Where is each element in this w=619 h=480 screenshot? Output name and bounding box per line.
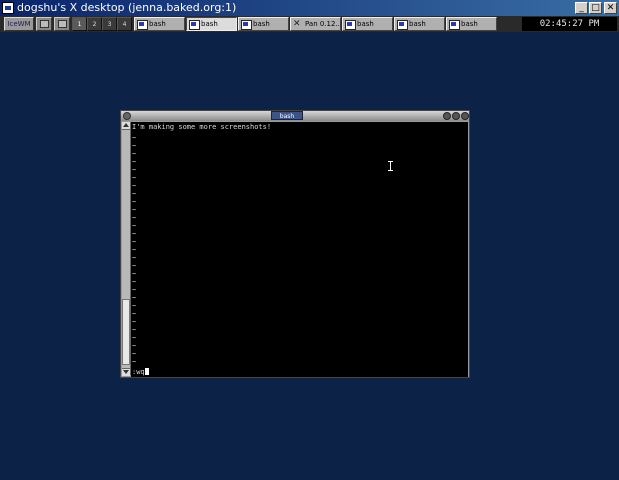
empty-line-marker: ~ [132,142,137,150]
close-button[interactable]: ✕ [604,2,617,14]
terminal-icon [137,20,148,30]
text-cursor [144,368,149,375]
task-label: bash [461,20,478,28]
terminal-screen[interactable]: I'm making some more screenshots! ~ ~ ~ ~ ~ ~… [131,122,468,377]
window-menu-icon[interactable] [123,112,131,120]
empty-line-marker: ~ [132,150,137,158]
terminal-icon [189,20,200,30]
task-button-pan[interactable]: ✕ Pan 0.12... [290,17,341,31]
empty-line-marker: ~ [132,334,137,342]
terminal-icon [397,20,408,30]
empty-line-marker: ~ [132,166,137,174]
empty-line-marker: ~ [132,134,137,142]
task-label: bash [149,20,166,28]
icewm-start-button[interactable]: IceWM [4,17,34,31]
empty-line-marker: ~ [132,286,137,294]
empty-line-marker: ~ [132,254,137,262]
empty-line-marker: ~ [132,302,137,310]
task-button-bash-active[interactable]: bash [186,17,237,31]
window-list-icon[interactable] [36,17,52,31]
workspace-button-1[interactable]: 1 [72,17,87,31]
vim-command-line[interactable]: :wq [132,368,149,376]
task-button-bash[interactable]: bash [342,17,393,31]
maximize-button[interactable]: □ [589,2,602,14]
empty-line-marker: ~ [132,238,137,246]
empty-line-marker: ~ [132,326,137,334]
empty-line-marker: ~ [132,294,137,302]
terminal-icon [345,20,356,30]
minimize-button[interactable]: _ [575,2,588,14]
workspace-button-4[interactable]: 4 [117,17,132,31]
task-label: bash [253,20,270,28]
ibeam-cursor-icon [388,161,394,171]
task-label: bash [357,20,374,28]
minimize-icon[interactable] [443,112,451,120]
task-label: Pan 0.12... [305,20,341,28]
empty-line-marker: ~ [132,206,137,214]
empty-line-marker: ~ [132,230,137,238]
terminal-icon [449,20,460,30]
empty-line-marker: ~ [132,270,137,278]
taskbar: IceWM 1 2 3 4 bash bash bash ✕ Pan 0.12.… [0,16,619,32]
terminal-icon [241,20,252,30]
empty-line-marker: ~ [132,278,137,286]
empty-line-marker: ~ [132,198,137,206]
empty-line-marker: ~ [132,190,137,198]
bash-window-titlebar[interactable]: bash [121,111,469,121]
empty-line-marker: ~ [132,222,137,230]
task-button-bash[interactable]: bash [394,17,445,31]
close-icon[interactable] [461,112,469,120]
vim-command-text: :wq [132,368,145,376]
outer-window-title: dogshu's X desktop (jenna.baked.org:1) [17,1,237,14]
empty-line-marker: ~ [132,342,137,350]
task-label: bash [409,20,426,28]
empty-line-marker: ~ [132,358,137,366]
task-button-bash[interactable]: bash [238,17,289,31]
terminal-scrollbar[interactable] [122,122,131,376]
empty-line-marker: ~ [132,262,137,270]
empty-line-marker: ~ [132,350,137,358]
task-label: bash [201,20,218,28]
empty-line-marker: ~ [132,214,137,222]
x-icon: ✕ [293,19,301,29]
empty-line-marker: ~ [132,246,137,254]
workspace-button-2[interactable]: 2 [87,17,102,31]
outer-window-titlebar[interactable]: dogshu's X desktop (jenna.baked.org:1) _… [0,0,619,16]
empty-line-marker: ~ [132,158,137,166]
maximize-icon[interactable] [452,112,460,120]
scroll-up-arrow-icon[interactable] [122,122,130,130]
workspace-button-3[interactable]: 3 [102,17,117,31]
empty-line-marker: ~ [132,174,137,182]
empty-line-marker: ~ [132,310,137,318]
task-button-bash[interactable]: bash [134,17,185,31]
bash-window-title: bash [271,111,303,120]
bash-window[interactable]: bash I'm making some more screenshots! ~… [120,110,470,378]
empty-line-marker: ~ [132,318,137,326]
scrollbar-thumb[interactable] [122,299,130,365]
terminal-text-line: I'm making some more screenshots! [132,123,272,131]
vnc-app-icon[interactable] [2,2,14,14]
task-button-bash[interactable]: bash [446,17,497,31]
empty-line-marker: ~ [132,182,137,190]
clock[interactable]: 02:45:27 PM [522,17,617,31]
show-desktop-icon[interactable] [54,17,70,31]
scroll-down-arrow-icon[interactable] [122,368,130,376]
